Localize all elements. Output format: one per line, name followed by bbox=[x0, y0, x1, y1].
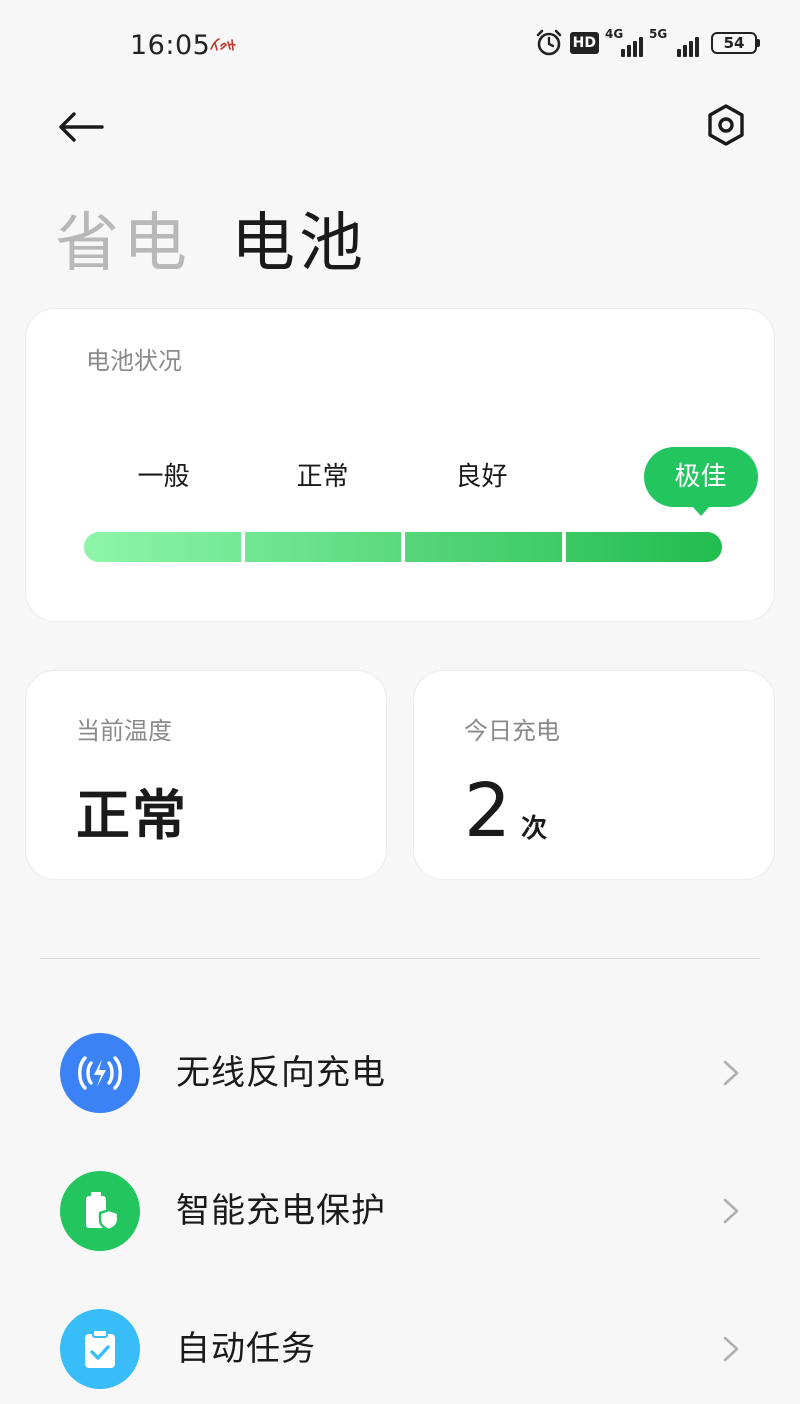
top-nav bbox=[0, 95, 800, 155]
list-item-smart-charging-protection[interactable]: 智能充电保护 bbox=[0, 1156, 800, 1266]
status-bar: 16:05 HD 4G 5G 54 bbox=[0, 0, 800, 90]
battery-level: 54 bbox=[711, 32, 757, 54]
wireless-reverse-charging-icon bbox=[60, 1033, 140, 1113]
health-bar-segment bbox=[244, 532, 401, 562]
alarm-icon bbox=[536, 29, 561, 56]
chevron-right-icon bbox=[723, 1336, 739, 1362]
system-icons: HD 4G 5G 54 bbox=[534, 27, 760, 58]
news-app-notification-icon bbox=[210, 38, 236, 51]
list-item-wireless-reverse-charging[interactable]: 无线反向充电 bbox=[0, 1018, 800, 1128]
level-excellent: 极佳 bbox=[674, 462, 727, 492]
health-bar-segment bbox=[405, 532, 562, 562]
health-bar-segment bbox=[84, 532, 241, 562]
tab-battery[interactable]: 电池 bbox=[231, 192, 367, 284]
health-bar-segment bbox=[565, 532, 722, 562]
battery-health-card: 电池状况 一般 正常 良好 极佳 bbox=[25, 308, 775, 622]
signal-5g-icon: 5G bbox=[649, 27, 699, 57]
health-levels: 一般 正常 良好 极佳 bbox=[84, 447, 758, 516]
chevron-right-icon bbox=[723, 1060, 739, 1086]
auto-task-icon bbox=[60, 1309, 140, 1389]
charge-today-title: 今日充电 bbox=[464, 717, 560, 745]
section-divider bbox=[40, 958, 760, 959]
list-item-label: 自动任务 bbox=[176, 1329, 316, 1369]
back-button[interactable] bbox=[55, 101, 107, 153]
list-item-label: 智能充电保护 bbox=[176, 1191, 386, 1231]
level-normal: 正常 bbox=[296, 462, 349, 492]
chevron-right-icon bbox=[723, 1198, 739, 1224]
smart-charging-protection-icon bbox=[60, 1171, 140, 1251]
level-average: 一般 bbox=[137, 462, 190, 492]
settings-button[interactable] bbox=[700, 99, 752, 151]
gear-icon bbox=[708, 104, 744, 146]
hd-voice-badge: HD bbox=[569, 32, 599, 54]
charge-count-number: 2 bbox=[464, 768, 512, 854]
list-item-label: 无线反向充电 bbox=[176, 1053, 386, 1093]
charge-count-unit: 次 bbox=[521, 814, 548, 844]
back-arrow-icon bbox=[59, 112, 104, 142]
status-time: 16:05 bbox=[130, 30, 211, 61]
charge-today-card[interactable]: 今日充电 2 次 bbox=[413, 670, 775, 880]
temperature-title: 当前温度 bbox=[76, 717, 172, 745]
list-item-auto-task[interactable]: 自动任务 bbox=[0, 1294, 800, 1404]
charge-count: 2 次 bbox=[464, 771, 547, 851]
temperature-card[interactable]: 当前温度 正常 bbox=[25, 670, 387, 880]
tab-power-saving[interactable]: 省电 bbox=[55, 192, 191, 284]
level-good: 良好 bbox=[455, 462, 508, 492]
temperature-value: 正常 bbox=[76, 784, 188, 847]
battery-health-title: 电池状况 bbox=[86, 347, 182, 375]
mode-tabs: 省电 电池 bbox=[55, 192, 367, 284]
battery-icon: 54 bbox=[711, 32, 760, 54]
health-bar bbox=[84, 532, 722, 562]
signal-4g-icon: 4G bbox=[605, 27, 643, 57]
